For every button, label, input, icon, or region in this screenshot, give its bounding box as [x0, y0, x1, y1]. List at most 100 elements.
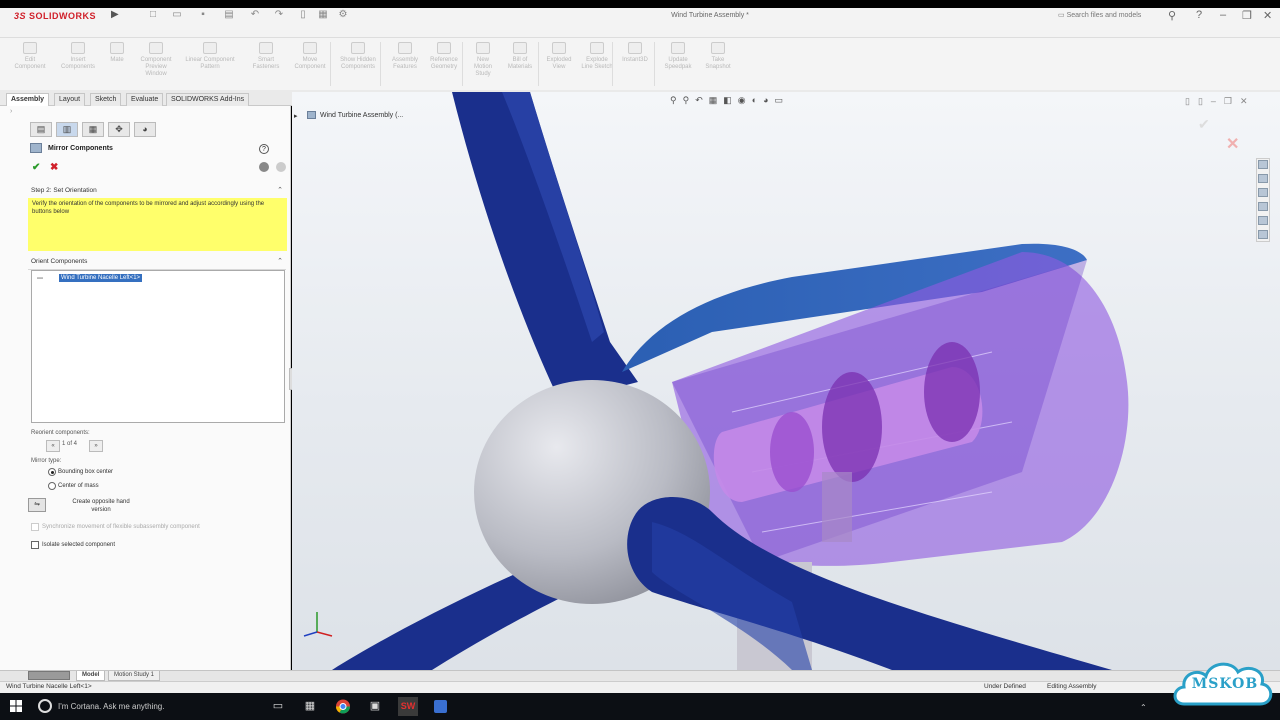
- feature-tree-tab-icon[interactable]: ▤: [30, 122, 52, 137]
- ribbon-button-move-component[interactable]: Move Component: [290, 40, 330, 88]
- cortana-icon[interactable]: [38, 699, 52, 713]
- tree-expand-icon[interactable]: ▸: [294, 112, 298, 120]
- bounding-box-radio[interactable]: [48, 468, 56, 476]
- tab-sketch[interactable]: Sketch: [90, 93, 122, 106]
- panel-arrow-icon[interactable]: ›: [10, 108, 18, 116]
- tray-expand-icon[interactable]: ⌃: [1140, 703, 1147, 712]
- file-explorer-icon[interactable]: [1258, 188, 1268, 197]
- help-icon[interactable]: ?: [1196, 9, 1202, 21]
- ribbon-button-update-speedpak[interactable]: Update Speedpak: [660, 40, 696, 88]
- ribbon-button-mate[interactable]: Mate: [104, 40, 130, 88]
- opposite-hand-button[interactable]: ⇋: [28, 498, 46, 512]
- recorder-icon[interactable]: [430, 697, 450, 716]
- ribbon-button-take-snapshot[interactable]: Take Snapshot: [700, 40, 736, 88]
- scene-icon[interactable]: ▭: [775, 95, 790, 105]
- redo-icon[interactable]: ↷: [272, 9, 286, 21]
- options-gear-icon[interactable]: ⚙: [336, 9, 350, 21]
- help-icon[interactable]: ?: [259, 144, 269, 154]
- store-icon[interactable]: ▣: [365, 697, 385, 716]
- appearance-icon[interactable]: ◕: [763, 95, 774, 105]
- ribbon-button-instant3d[interactable]: Instant3D: [618, 40, 652, 88]
- search-icon[interactable]: ⚲: [1168, 9, 1176, 22]
- file-explorer-taskbar-icon[interactable]: ▦: [300, 697, 320, 716]
- preview-eye-icon[interactable]: [259, 162, 269, 172]
- center-of-mass-radio[interactable]: [48, 482, 56, 490]
- menu-expand-icon[interactable]: ▶: [111, 9, 119, 20]
- tab-model[interactable]: Model: [76, 671, 106, 681]
- property-manager-tab-icon[interactable]: ▥: [56, 122, 78, 137]
- close-icon[interactable]: ✕: [1263, 9, 1272, 22]
- collapse-icon[interactable]: ⌃: [277, 257, 283, 265]
- search-input[interactable]: ▭ Search files and models: [1058, 11, 1141, 19]
- split-view-icon[interactable]: ▯: [1185, 96, 1198, 106]
- graphics-viewport[interactable]: [292, 92, 1280, 670]
- ribbon-button-exploded-view[interactable]: Exploded View: [542, 40, 576, 88]
- tab-scroll-icon[interactable]: [28, 671, 70, 680]
- custom-properties-icon[interactable]: [1258, 216, 1268, 225]
- wind-turbine-model[interactable]: [292, 92, 1280, 670]
- minimize-icon[interactable]: –: [1220, 9, 1226, 21]
- task-view-icon[interactable]: ▭: [268, 697, 288, 716]
- orient-components-header[interactable]: Orient Components ⌃: [28, 258, 286, 270]
- print-icon[interactable]: ▤: [222, 9, 236, 21]
- list-item-selected[interactable]: Wind Turbine Nacelle Left<1>: [59, 274, 143, 282]
- zoom-to-fit-icon[interactable]: ⚲: [670, 95, 683, 105]
- ribbon-button-show-hidden-components[interactable]: Show Hidden Components: [336, 40, 380, 88]
- solidworks-resources-icon[interactable]: [1258, 160, 1268, 169]
- vp-minimize-icon[interactable]: –: [1211, 96, 1224, 106]
- zoom-area-icon[interactable]: ⚲: [683, 95, 696, 105]
- vp-close-icon[interactable]: ✕: [1240, 96, 1256, 106]
- appearances-icon[interactable]: [1258, 202, 1268, 211]
- viewport-window-controls[interactable]: ▯▯–❐✕: [1185, 96, 1256, 107]
- ribbon-button-assembly-features[interactable]: Assembly Features: [388, 40, 422, 88]
- hide-show-icon[interactable]: ◐: [752, 95, 763, 105]
- cancel-x-button[interactable]: ✖: [50, 162, 58, 173]
- sync-movement-checkbox[interactable]: [31, 523, 39, 531]
- cortana-search-box[interactable]: I'm Cortana. Ask me anything.: [58, 702, 164, 711]
- confirmation-ok-icon[interactable]: ✔: [1198, 116, 1210, 133]
- tab-motion-study-1[interactable]: Motion Study 1: [108, 671, 161, 681]
- confirmation-cancel-icon[interactable]: ✕: [1226, 134, 1239, 154]
- ribbon-button-linear-component-pattern[interactable]: Linear Component Pattern: [180, 40, 240, 88]
- undo-icon[interactable]: ↶: [248, 9, 262, 21]
- previous-view-icon[interactable]: ↶: [695, 95, 709, 105]
- ribbon-button-explode-line-sketch[interactable]: Explode Line Sketch: [580, 40, 614, 88]
- collapse-icon[interactable]: ⌃: [277, 186, 283, 194]
- solidworks-taskbar-icon[interactable]: SW: [398, 697, 418, 716]
- dimxpert-tab-icon[interactable]: ✥: [108, 122, 130, 137]
- display-manager-tab-icon[interactable]: ◕: [134, 122, 156, 137]
- config-manager-tab-icon[interactable]: ▦: [82, 122, 104, 137]
- ribbon-button-component-preview-window[interactable]: Component Preview Window: [136, 40, 176, 88]
- ok-check-button[interactable]: ✔: [32, 162, 40, 173]
- new-file-icon[interactable]: □: [146, 9, 160, 21]
- open-file-icon[interactable]: ▭: [170, 9, 184, 21]
- vp-restore-icon[interactable]: ❐: [1224, 96, 1240, 106]
- windows-start-icon[interactable]: [10, 700, 22, 712]
- save-icon[interactable]: ▪: [196, 9, 210, 21]
- chrome-icon[interactable]: [333, 697, 353, 716]
- ribbon-button-reference-geometry[interactable]: Reference Geometry: [426, 40, 462, 88]
- tab-layout[interactable]: Layout: [54, 93, 86, 106]
- view-orientation-icon[interactable]: ◧: [723, 95, 738, 105]
- tile-icon[interactable]: ▯: [1198, 96, 1211, 106]
- heads-up-view-toolbar[interactable]: ⚲⚲↶▦◧◉◐◕▭: [670, 95, 789, 106]
- ribbon-button-edit-component[interactable]: Edit Component: [10, 40, 50, 88]
- previous-component-button[interactable]: «: [46, 440, 60, 452]
- display-style-icon[interactable]: ◉: [738, 95, 752, 105]
- tab-solidworks-add-ins[interactable]: SOLIDWORKS Add-Ins: [166, 93, 250, 106]
- select-icon[interactable]: ▯: [296, 9, 310, 21]
- solidworks-logo[interactable]: 3S SOLIDWORKS: [14, 11, 96, 21]
- next-component-button[interactable]: »: [89, 440, 103, 452]
- ribbon-button-smart-fasteners[interactable]: Smart Fasteners: [248, 40, 284, 88]
- forum-icon[interactable]: [1258, 230, 1268, 239]
- tab-assembly[interactable]: Assembly: [6, 93, 50, 106]
- flyout-tree-label[interactable]: Wind Turbine Assembly (...: [320, 112, 403, 119]
- ribbon-button-new-motion-study[interactable]: New Motion Study: [468, 40, 498, 88]
- design-library-icon[interactable]: [1258, 174, 1268, 183]
- ribbon-button-bill-of-materials[interactable]: Bill of Materials: [502, 40, 538, 88]
- restore-icon[interactable]: ❐: [1242, 9, 1252, 22]
- tab-evaluate[interactable]: Evaluate: [126, 93, 164, 106]
- orient-components-list[interactable]: [31, 270, 285, 423]
- detail-preview-icon[interactable]: [276, 162, 286, 172]
- ribbon-button-insert-components[interactable]: Insert Components: [56, 40, 100, 88]
